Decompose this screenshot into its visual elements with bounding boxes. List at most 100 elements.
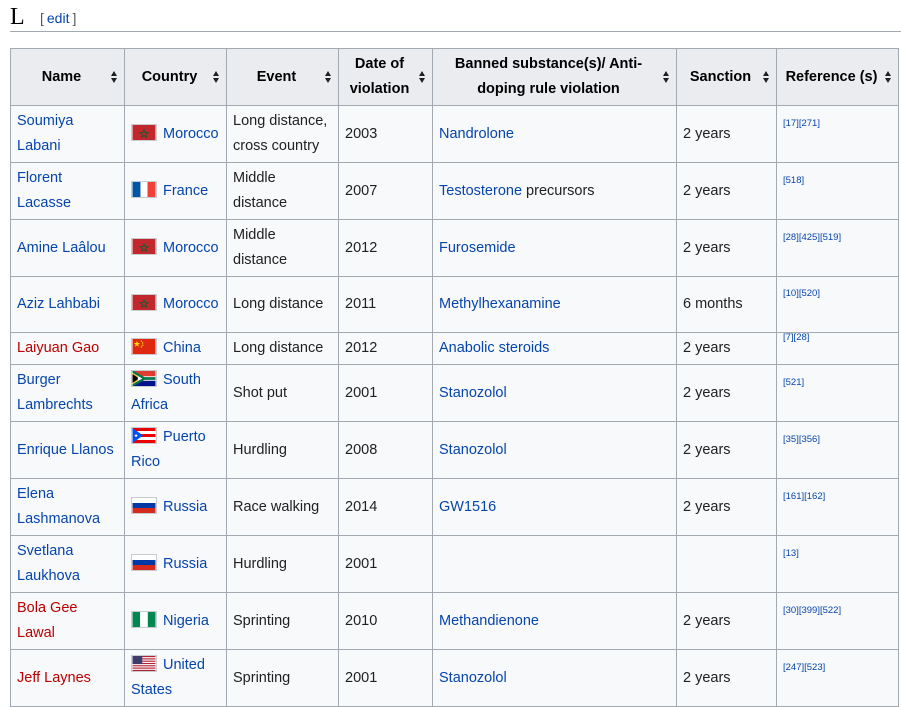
substance-link[interactable]: Testosterone — [439, 183, 522, 199]
south-africa-flag-icon — [131, 370, 157, 387]
sort-arrows-icon[interactable] — [663, 71, 670, 83]
reference-link[interactable]: [10][520] — [783, 288, 820, 299]
col-sanction-header[interactable]: Sanction — [676, 48, 777, 106]
sort-arrows-icon[interactable] — [885, 71, 892, 83]
date-cell: 2001 — [338, 364, 433, 422]
table-row: Laiyuan Gao China Long distance 2012 Anaboli… — [10, 332, 899, 365]
date-cell: 2003 — [338, 105, 433, 163]
substance-link[interactable]: Stanozolol — [439, 442, 507, 458]
col-country-header[interactable]: Country — [124, 48, 227, 106]
athlete-link[interactable]: Soumiya Labani — [17, 113, 73, 154]
substance-cell: Stanozolol — [432, 364, 677, 422]
col-name-header[interactable]: Name — [10, 48, 125, 106]
table-row: Enrique Llanos Puerto Rico Hurdling 2008 Sta… — [10, 421, 899, 479]
reference-link[interactable]: [30][399][522] — [783, 605, 841, 616]
country-link[interactable]: France — [163, 183, 208, 199]
country-link[interactable]: Morocco — [163, 126, 219, 142]
sort-arrows-icon[interactable] — [419, 71, 426, 83]
sanction-cell: 2 years — [676, 421, 777, 479]
edit-link[interactable]: edit — [44, 10, 73, 26]
country-cell: Russia — [124, 535, 227, 593]
country-cell: Puerto Rico — [124, 421, 227, 479]
date-cell: 2011 — [338, 276, 433, 333]
reference-link[interactable]: [17][271] — [783, 118, 820, 129]
reference-cell: [30][399][522] — [776, 592, 899, 650]
substance-link[interactable]: Furosemide — [439, 240, 516, 256]
name-cell: Aziz Lahbabi — [10, 276, 125, 333]
country-cell: United States — [124, 649, 227, 707]
date-cell: 2001 — [338, 535, 433, 593]
country-link[interactable]: Russia — [163, 556, 207, 572]
section-title: L — [10, 4, 25, 30]
athlete-link[interactable]: Elena Lashmanova — [17, 486, 100, 527]
event-cell: Sprinting — [226, 592, 339, 650]
column-label: Date of violation — [349, 56, 410, 97]
reference-link[interactable]: [35][356] — [783, 434, 820, 445]
table-row: Bola Gee Lawal Nigeria Sprinting 2010 Methan… — [10, 592, 899, 650]
date-cell: 2007 — [338, 162, 433, 220]
substance-link[interactable]: Anabolic steroids — [439, 340, 549, 356]
athlete-link[interactable]: Laiyuan Gao — [17, 340, 99, 356]
sanction-cell: 2 years — [676, 592, 777, 650]
name-cell: Enrique Llanos — [10, 421, 125, 479]
athlete-link[interactable]: Enrique Llanos — [17, 442, 114, 458]
reference-link[interactable]: [7][28] — [783, 332, 809, 343]
event-cell: Long distance, cross country — [226, 105, 339, 163]
country-link[interactable]: Nigeria — [163, 613, 209, 629]
athlete-link[interactable]: Amine Laâlou — [17, 240, 106, 256]
col-date-header[interactable]: Date of violation — [338, 48, 433, 106]
column-label: Country — [141, 68, 198, 85]
sanction-cell: 2 years — [676, 219, 777, 277]
sort-arrows-icon[interactable] — [213, 71, 220, 83]
country-cell: France — [124, 162, 227, 220]
table-row: Burger Lambrechts South Africa Shot put 200… — [10, 364, 899, 422]
col-reference-header[interactable]: Reference (s) — [776, 48, 899, 106]
col-event-header[interactable]: Event — [226, 48, 339, 106]
substance-link[interactable]: Methylhexanamine — [439, 296, 561, 312]
date-cell: 2010 — [338, 592, 433, 650]
athlete-link[interactable]: Jeff Laynes — [17, 670, 91, 686]
substance-cell: Methandienone — [432, 592, 677, 650]
table-row: Svetlana Laukhova Russia Hurdling 2001 [13] — [10, 535, 899, 593]
substance-link[interactable]: Stanozolol — [439, 385, 507, 401]
athlete-link[interactable]: Aziz Lahbabi — [17, 296, 100, 312]
sort-arrows-icon[interactable] — [763, 71, 770, 83]
athlete-link[interactable]: Burger Lambrechts — [17, 372, 93, 413]
athlete-link[interactable]: Florent Lacasse — [17, 170, 71, 211]
country-cell: Morocco — [124, 276, 227, 333]
date-cell: 2014 — [338, 478, 433, 536]
substance-link[interactable]: Nandrolone — [439, 126, 514, 142]
country-link[interactable]: Morocco — [163, 296, 219, 312]
table-row: Jeff Laynes United States Sprinting 2001 Sta… — [10, 649, 899, 707]
athlete-link[interactable]: Svetlana Laukhova — [17, 543, 80, 584]
russia-flag-icon — [131, 496, 157, 514]
reference-link[interactable]: [28][425][519] — [783, 232, 841, 243]
country-link[interactable]: China — [163, 340, 201, 356]
puerto-rico-flag-icon — [131, 427, 157, 444]
reference-link[interactable]: [13] — [783, 548, 799, 559]
substance-link[interactable]: GW1516 — [439, 499, 496, 515]
event-cell: Race walking — [226, 478, 339, 536]
nigeria-flag-icon — [131, 610, 157, 628]
reference-cell: [13] — [776, 535, 899, 593]
col-substance-header[interactable]: Banned substance(s)/ Anti-doping rule vi… — [432, 48, 677, 106]
sort-arrows-icon[interactable] — [325, 71, 332, 83]
substance-link[interactable]: Methandienone — [439, 613, 539, 629]
reference-link[interactable]: [247][523] — [783, 662, 825, 673]
reference-link[interactable]: [518] — [783, 175, 804, 186]
event-cell: Middle distance — [226, 162, 339, 220]
athlete-link[interactable]: Bola Gee Lawal — [17, 600, 77, 641]
name-cell: Elena Lashmanova — [10, 478, 125, 536]
name-cell: Amine Laâlou — [10, 219, 125, 277]
reference-cell: [161][162] — [776, 478, 899, 536]
reference-link[interactable]: [161][162] — [783, 491, 825, 502]
reference-link[interactable]: [521] — [783, 377, 804, 388]
event-cell: Shot put — [226, 364, 339, 422]
sort-arrows-icon[interactable] — [111, 71, 118, 83]
substance-cell: Stanozolol — [432, 649, 677, 707]
country-cell: Morocco — [124, 219, 227, 277]
country-link[interactable]: Russia — [163, 499, 207, 515]
country-link[interactable]: Morocco — [163, 240, 219, 256]
sanction-cell: 2 years — [676, 105, 777, 163]
substance-link[interactable]: Stanozolol — [439, 670, 507, 686]
